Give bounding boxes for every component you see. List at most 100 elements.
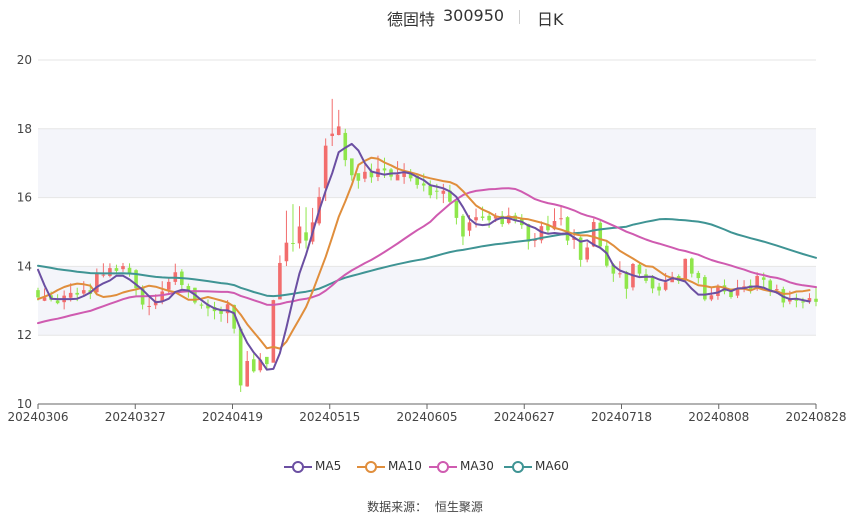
candle-body	[421, 183, 426, 186]
legend-dot	[437, 461, 449, 473]
candle-body	[618, 273, 622, 275]
candle-body	[278, 262, 282, 300]
y-tick-label: 12	[17, 328, 32, 342]
kline-chart: 101214161820 20240306 20240327 20240419 202…	[7, 53, 847, 424]
candle	[297, 206, 302, 249]
y-tick-label: 20	[17, 53, 32, 67]
legend-label: MA30	[460, 459, 494, 473]
candle	[683, 258, 688, 282]
data-source: 数据来源： 恒生聚源	[0, 498, 850, 515]
candle-body	[108, 268, 112, 277]
candle	[703, 275, 707, 302]
candle	[461, 214, 465, 246]
x-tick-label: 20240627	[494, 410, 555, 424]
candle-body	[127, 267, 132, 274]
x-tick-label: 20240718	[591, 410, 652, 424]
x-tick-label: 20240327	[105, 410, 166, 424]
candle-body	[395, 174, 400, 181]
legend-marker-ma10	[357, 461, 385, 473]
y-tick-label: 16	[17, 191, 32, 205]
candle-body	[689, 258, 694, 274]
candle-body	[245, 361, 250, 387]
band	[38, 128, 816, 198]
candle-body	[696, 272, 701, 279]
candle	[336, 109, 341, 136]
candle-body	[663, 282, 668, 290]
candle-body	[774, 289, 779, 291]
candle-body	[36, 290, 40, 298]
candle-body	[68, 292, 73, 298]
candle-body	[487, 215, 491, 221]
candle-body	[147, 305, 151, 307]
candle-body	[330, 133, 334, 137]
candle-body	[81, 290, 86, 294]
candle	[291, 204, 295, 252]
x-tick-label: 20240605	[396, 410, 457, 424]
candle-body	[657, 286, 661, 291]
candle-body	[297, 226, 302, 244]
x-tick-label: 20240828	[785, 410, 846, 424]
candle	[585, 242, 589, 263]
candle-body	[735, 289, 740, 296]
candle-body	[95, 273, 99, 293]
candle	[108, 263, 112, 278]
candle-body	[709, 295, 714, 300]
candle-body	[166, 281, 171, 290]
candle	[631, 262, 635, 291]
candle	[238, 326, 243, 392]
candle-body	[461, 215, 465, 237]
candle-body	[271, 300, 276, 363]
candle-body	[160, 291, 165, 302]
candle-body	[480, 216, 485, 218]
candle-body	[238, 328, 243, 386]
x-tick-label: 20240419	[202, 410, 263, 424]
candle-body	[114, 268, 119, 271]
candle-body	[251, 359, 256, 372]
candle-body	[585, 247, 589, 260]
legend-marker-ma5	[284, 461, 312, 473]
candle-body	[336, 126, 341, 135]
candle	[304, 207, 308, 249]
legend-marker-ma30	[429, 461, 457, 473]
y-tick-label: 14	[17, 259, 32, 273]
candle-body	[814, 298, 818, 302]
candle-body	[199, 304, 204, 306]
candle-body	[363, 171, 367, 179]
candle	[526, 223, 531, 250]
candle	[251, 353, 256, 373]
candle-body	[441, 190, 446, 194]
legend-label: MA5	[315, 459, 342, 473]
candle	[559, 205, 563, 226]
candle-body	[598, 222, 603, 247]
legend-dot	[292, 461, 304, 473]
candle-body	[801, 301, 805, 303]
candle	[271, 299, 276, 363]
legend-marker-ma60	[504, 461, 532, 473]
x-tick-label: 20240306	[7, 410, 68, 424]
candle-body	[435, 190, 439, 192]
candle-body	[454, 200, 459, 218]
candle-body	[121, 266, 125, 270]
candle-body	[75, 292, 80, 295]
x-tick-label: 20240515	[299, 410, 360, 424]
candle-body	[703, 277, 707, 300]
candle-body	[265, 356, 269, 365]
legend-label: MA60	[535, 459, 569, 473]
candle-body	[428, 185, 433, 196]
x-tick-label: 20240808	[688, 410, 749, 424]
legend-dot	[512, 461, 524, 473]
candle-body	[291, 243, 295, 245]
candle-body	[565, 217, 570, 241]
candle-body	[683, 258, 688, 281]
y-axis: 10 12 14 16 18 20	[17, 53, 32, 411]
candle-body	[761, 277, 766, 280]
candle-body	[402, 172, 406, 177]
x-axis: 20240306 20240327 20240419 20240515 20240605…	[7, 403, 847, 424]
candle	[284, 210, 289, 267]
candle-body	[101, 274, 106, 276]
y-tick-label: 10	[17, 397, 32, 411]
candle-body	[624, 271, 629, 289]
legend-dot	[365, 461, 377, 473]
source-label: 数据来源：	[367, 500, 428, 514]
candle	[278, 255, 282, 300]
